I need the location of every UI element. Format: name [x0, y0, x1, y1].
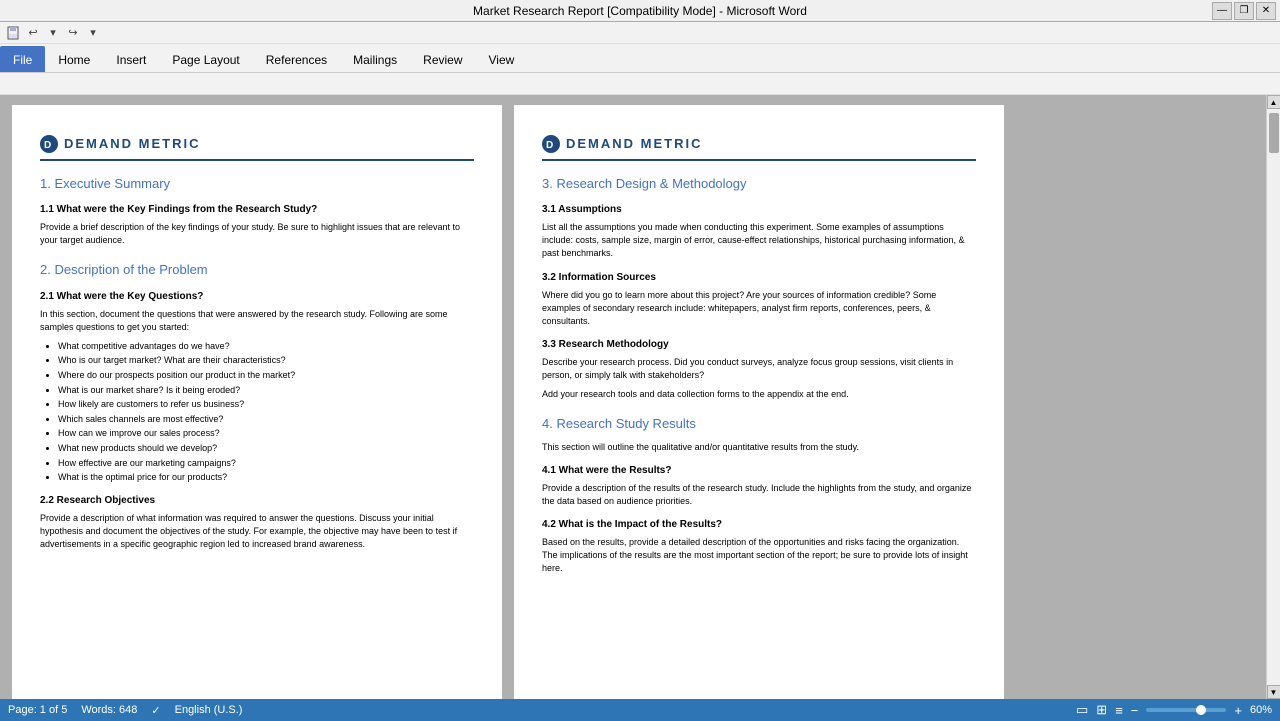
title-bar: Market Research Report [Compatibility Mo… — [0, 0, 1280, 22]
zoom-thumb[interactable] — [1196, 705, 1206, 715]
zoom-out-icon[interactable]: − — [1131, 703, 1139, 718]
section1-1-heading: 1.1 What were the Key Findings from the … — [40, 203, 474, 217]
vertical-scrollbar[interactable]: ▲ ▼ — [1266, 95, 1280, 699]
ribbon-tabs: File Home Insert Page Layout References … — [0, 44, 1280, 72]
scroll-down-arrow[interactable]: ▼ — [1267, 685, 1280, 699]
save-icon[interactable] — [4, 24, 22, 42]
section3-1-body: List all the assumptions you made when c… — [542, 221, 976, 260]
restore-button[interactable]: ❐ — [1234, 2, 1254, 20]
tab-insert[interactable]: Insert — [103, 46, 159, 72]
redo-icon[interactable]: ↪ — [64, 24, 82, 42]
section3-2-heading: 3.2 Information Sources — [542, 271, 976, 285]
section2-heading: 2. Description of the Problem — [40, 261, 474, 279]
tab-references[interactable]: References — [253, 46, 340, 72]
ribbon-toolbar — [0, 73, 1280, 95]
list-item: Who is our target market? What are their… — [58, 354, 474, 367]
list-item: What new products should we develop? — [58, 442, 474, 455]
section3-3-heading: 3.3 Research Methodology — [542, 338, 976, 352]
section3-2-body: Where did you go to learn more about thi… — [542, 289, 976, 328]
scroll-thumb[interactable] — [1269, 113, 1279, 153]
tab-page-layout[interactable]: Page Layout — [159, 46, 252, 72]
view-print-icon[interactable]: ▭ — [1076, 702, 1088, 718]
svg-text:D: D — [546, 140, 553, 151]
section2-1-body: In this section, document the questions … — [40, 308, 474, 334]
section3-3-body: Describe your research process. Did you … — [542, 356, 976, 382]
page-2: D DEMAND METRIC 3. Research Design & Met… — [514, 105, 1004, 699]
logo-text-1: DEMAND METRIC — [64, 135, 201, 153]
list-item: What is the optimal price for our produc… — [58, 471, 474, 484]
logo-icon-1: D — [40, 135, 58, 153]
status-right: ▭ ⊞ ≡ − + 60% — [1076, 702, 1272, 718]
section4-2-heading: 4.2 What is the Impact of the Results? — [542, 518, 976, 532]
section4-heading: 4. Research Study Results — [542, 415, 976, 433]
tab-mailings[interactable]: Mailings — [340, 46, 410, 72]
list-item: How effective are our marketing campaign… — [58, 457, 474, 470]
logo-area-1: D DEMAND METRIC — [40, 135, 474, 161]
view-reading-icon[interactable]: ≡ — [1115, 703, 1123, 718]
list-item: How likely are customers to refer us bus… — [58, 398, 474, 411]
status-bar: Page: 1 of 5 Words: 648 ✓ English (U.S.)… — [0, 699, 1280, 721]
logo-text-2: DEMAND METRIC — [566, 135, 703, 153]
pages-container: D DEMAND METRIC 1. Executive Summary 1.1… — [0, 95, 1266, 699]
section3-heading: 3. Research Design & Methodology — [542, 175, 976, 193]
spell-check-icon[interactable]: ✓ — [151, 704, 160, 717]
section1-heading: 1. Executive Summary — [40, 175, 474, 193]
bullet-list: What competitive advantages do we have? … — [58, 340, 474, 484]
section3-1-heading: 3.1 Assumptions — [542, 203, 976, 217]
minimize-button[interactable]: — — [1212, 2, 1232, 20]
window-title: Market Research Report [Compatibility Mo… — [473, 4, 807, 18]
section2-2-body: Provide a description of what informatio… — [40, 512, 474, 551]
list-item: How can we improve our sales process? — [58, 427, 474, 440]
section2-2-heading: 2.2 Research Objectives — [40, 494, 474, 508]
undo-dropdown-icon[interactable]: ▾ — [44, 24, 62, 42]
logo-icon-2: D — [542, 135, 560, 153]
section4-1-body: Provide a description of the results of … — [542, 482, 976, 508]
document-area: D DEMAND METRIC 1. Executive Summary 1.1… — [0, 95, 1280, 699]
section4-1-heading: 4.1 What were the Results? — [542, 464, 976, 478]
undo-icon[interactable]: ↩ — [24, 24, 42, 42]
zoom-level[interactable]: 60% — [1250, 704, 1272, 716]
quick-access-toolbar: ↩ ▾ ↪ ▾ — [0, 22, 1280, 44]
list-item: Which sales channels are most effective? — [58, 413, 474, 426]
tab-review[interactable]: Review — [410, 46, 475, 72]
section2-1-heading: 2.1 What were the Key Questions? — [40, 290, 474, 304]
section4-intro: This section will outline the qualitativ… — [542, 441, 976, 454]
page-indicator: Page: 1 of 5 — [8, 704, 67, 716]
page-1: D DEMAND METRIC 1. Executive Summary 1.1… — [12, 105, 502, 699]
word-count: Words: 648 — [81, 704, 137, 716]
tab-view[interactable]: View — [476, 46, 528, 72]
list-item: What is our market share? Is it being er… — [58, 384, 474, 397]
section3-3-body2: Add your research tools and data collect… — [542, 388, 976, 401]
zoom-slider[interactable] — [1146, 708, 1226, 712]
tab-file[interactable]: File — [0, 46, 45, 72]
list-item: What competitive advantages do we have? — [58, 340, 474, 353]
language-indicator[interactable]: English (U.S.) — [175, 704, 243, 716]
svg-text:D: D — [44, 140, 51, 151]
tab-home[interactable]: Home — [45, 46, 103, 72]
scroll-up-arrow[interactable]: ▲ — [1267, 95, 1280, 109]
view-fullscreen-icon[interactable]: ⊞ — [1096, 702, 1107, 718]
customize-icon[interactable]: ▾ — [84, 24, 102, 42]
zoom-in-icon[interactable]: + — [1234, 703, 1242, 718]
section1-1-body: Provide a brief description of the key f… — [40, 221, 474, 247]
close-button[interactable]: ✕ — [1256, 2, 1276, 20]
list-item: Where do our prospects position our prod… — [58, 369, 474, 382]
ribbon: File Home Insert Page Layout References … — [0, 44, 1280, 73]
section4-2-body: Based on the results, provide a detailed… — [542, 536, 976, 575]
window-controls: — ❐ ✕ — [1212, 2, 1276, 20]
logo-area-2: D DEMAND METRIC — [542, 135, 976, 161]
